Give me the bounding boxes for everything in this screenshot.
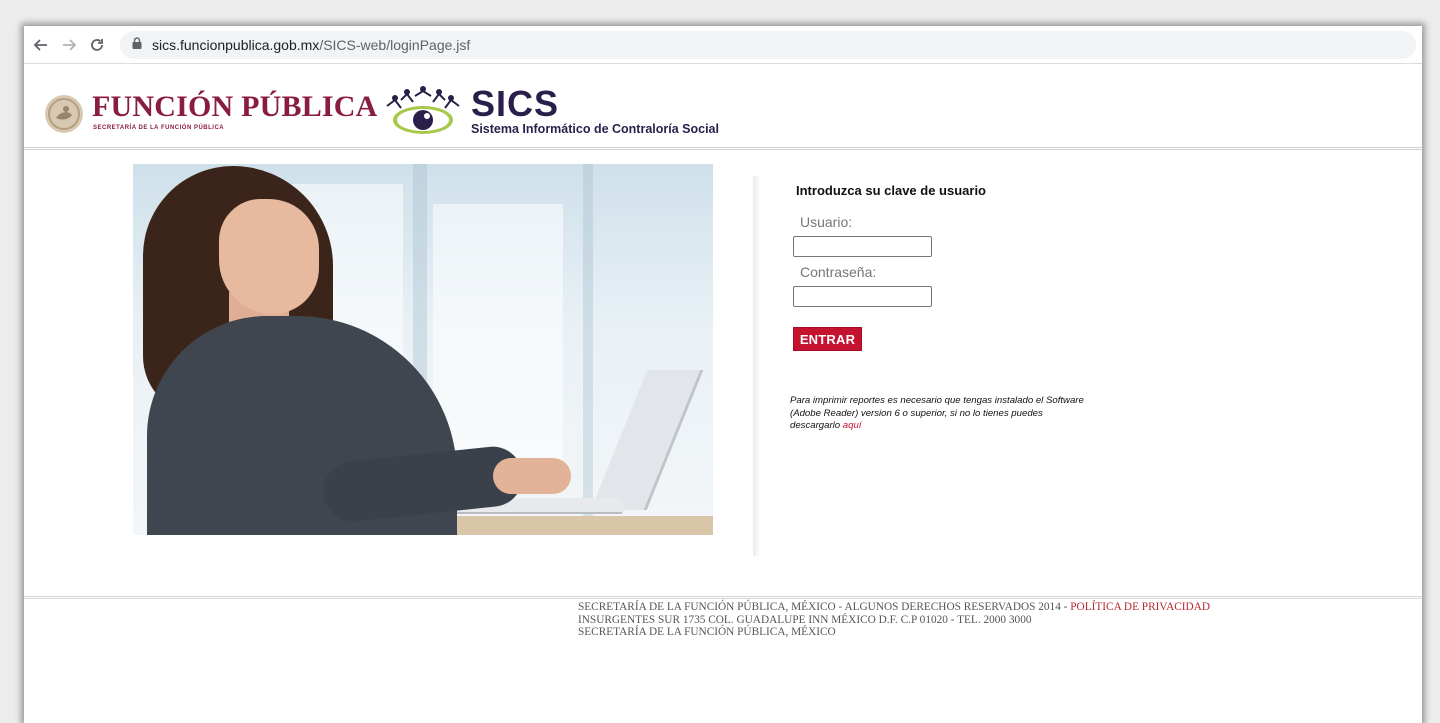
sics-eye-logo-icon — [381, 84, 465, 142]
photo-desk — [443, 516, 713, 535]
login-submit-button[interactable]: ENTRAR — [793, 327, 862, 351]
address-bar[interactable]: sics.funcionpublica.gob.mx/SICS-web/logi… — [120, 30, 1416, 59]
lock-icon[interactable] — [132, 36, 142, 54]
footer-divider — [24, 596, 1422, 600]
password-input[interactable] — [793, 286, 932, 307]
photo-hand — [493, 458, 571, 494]
footer-copyright: Secretaría de la Función Pública, México… — [578, 601, 1071, 613]
mexico-seal-icon — [44, 94, 84, 134]
footer-line-1: Secretaría de la Función Pública, México… — [578, 601, 1210, 614]
system-full-name: Sistema Informático de Contraloría Socia… — [471, 122, 719, 136]
adobe-reader-note: Para imprimir reportes es necesario que … — [790, 395, 1090, 433]
browser-toolbar: sics.funcionpublica.gob.mx/SICS-web/logi… — [24, 26, 1422, 64]
footer: Secretaría de la Función Pública, México… — [578, 601, 1210, 639]
photo-laptop-screen — [590, 370, 704, 510]
site-header: FUNCIÓN PÚBLICA SECRETARÍA DE LA FUNCIÓN… — [24, 64, 1422, 150]
photo-face — [219, 199, 319, 314]
org-name: FUNCIÓN PÚBLICA — [92, 90, 378, 123]
username-input[interactable] — [793, 236, 932, 257]
download-link[interactable]: aquí — [843, 420, 862, 431]
reload-icon[interactable] — [86, 34, 108, 56]
footer-address: Insurgentes Sur 1735 Col. Guadalupe Inn … — [578, 613, 1032, 626]
login-title: Introduzca su clave de usuario — [796, 183, 986, 198]
footer-org: Secretaría de la Función Pública, México — [578, 626, 836, 638]
back-arrow-icon[interactable] — [30, 34, 52, 56]
url-domain: sics.funcionpublica.gob.mx — [152, 36, 320, 53]
content-divider — [753, 176, 761, 556]
note-text: Para imprimir reportes es necesario que … — [790, 395, 1084, 431]
hero-photo — [133, 164, 713, 535]
photo-column — [583, 164, 593, 535]
org-subtitle: SECRETARÍA DE LA FUNCIÓN PÚBLICA — [93, 125, 225, 131]
system-name: SICS — [471, 83, 560, 124]
password-label: Contraseña: — [800, 264, 877, 280]
forward-arrow-icon[interactable] — [58, 34, 80, 56]
username-label: Usuario: — [800, 214, 853, 230]
privacy-policy-link[interactable]: Política de Privacidad — [1070, 601, 1210, 613]
browser-window: sics.funcionpublica.gob.mx/SICS-web/logi… — [24, 26, 1422, 723]
url-text: sics.funcionpublica.gob.mx/SICS-web/logi… — [152, 37, 470, 53]
url-path: /SICS-web/loginPage.jsf — [319, 36, 471, 53]
